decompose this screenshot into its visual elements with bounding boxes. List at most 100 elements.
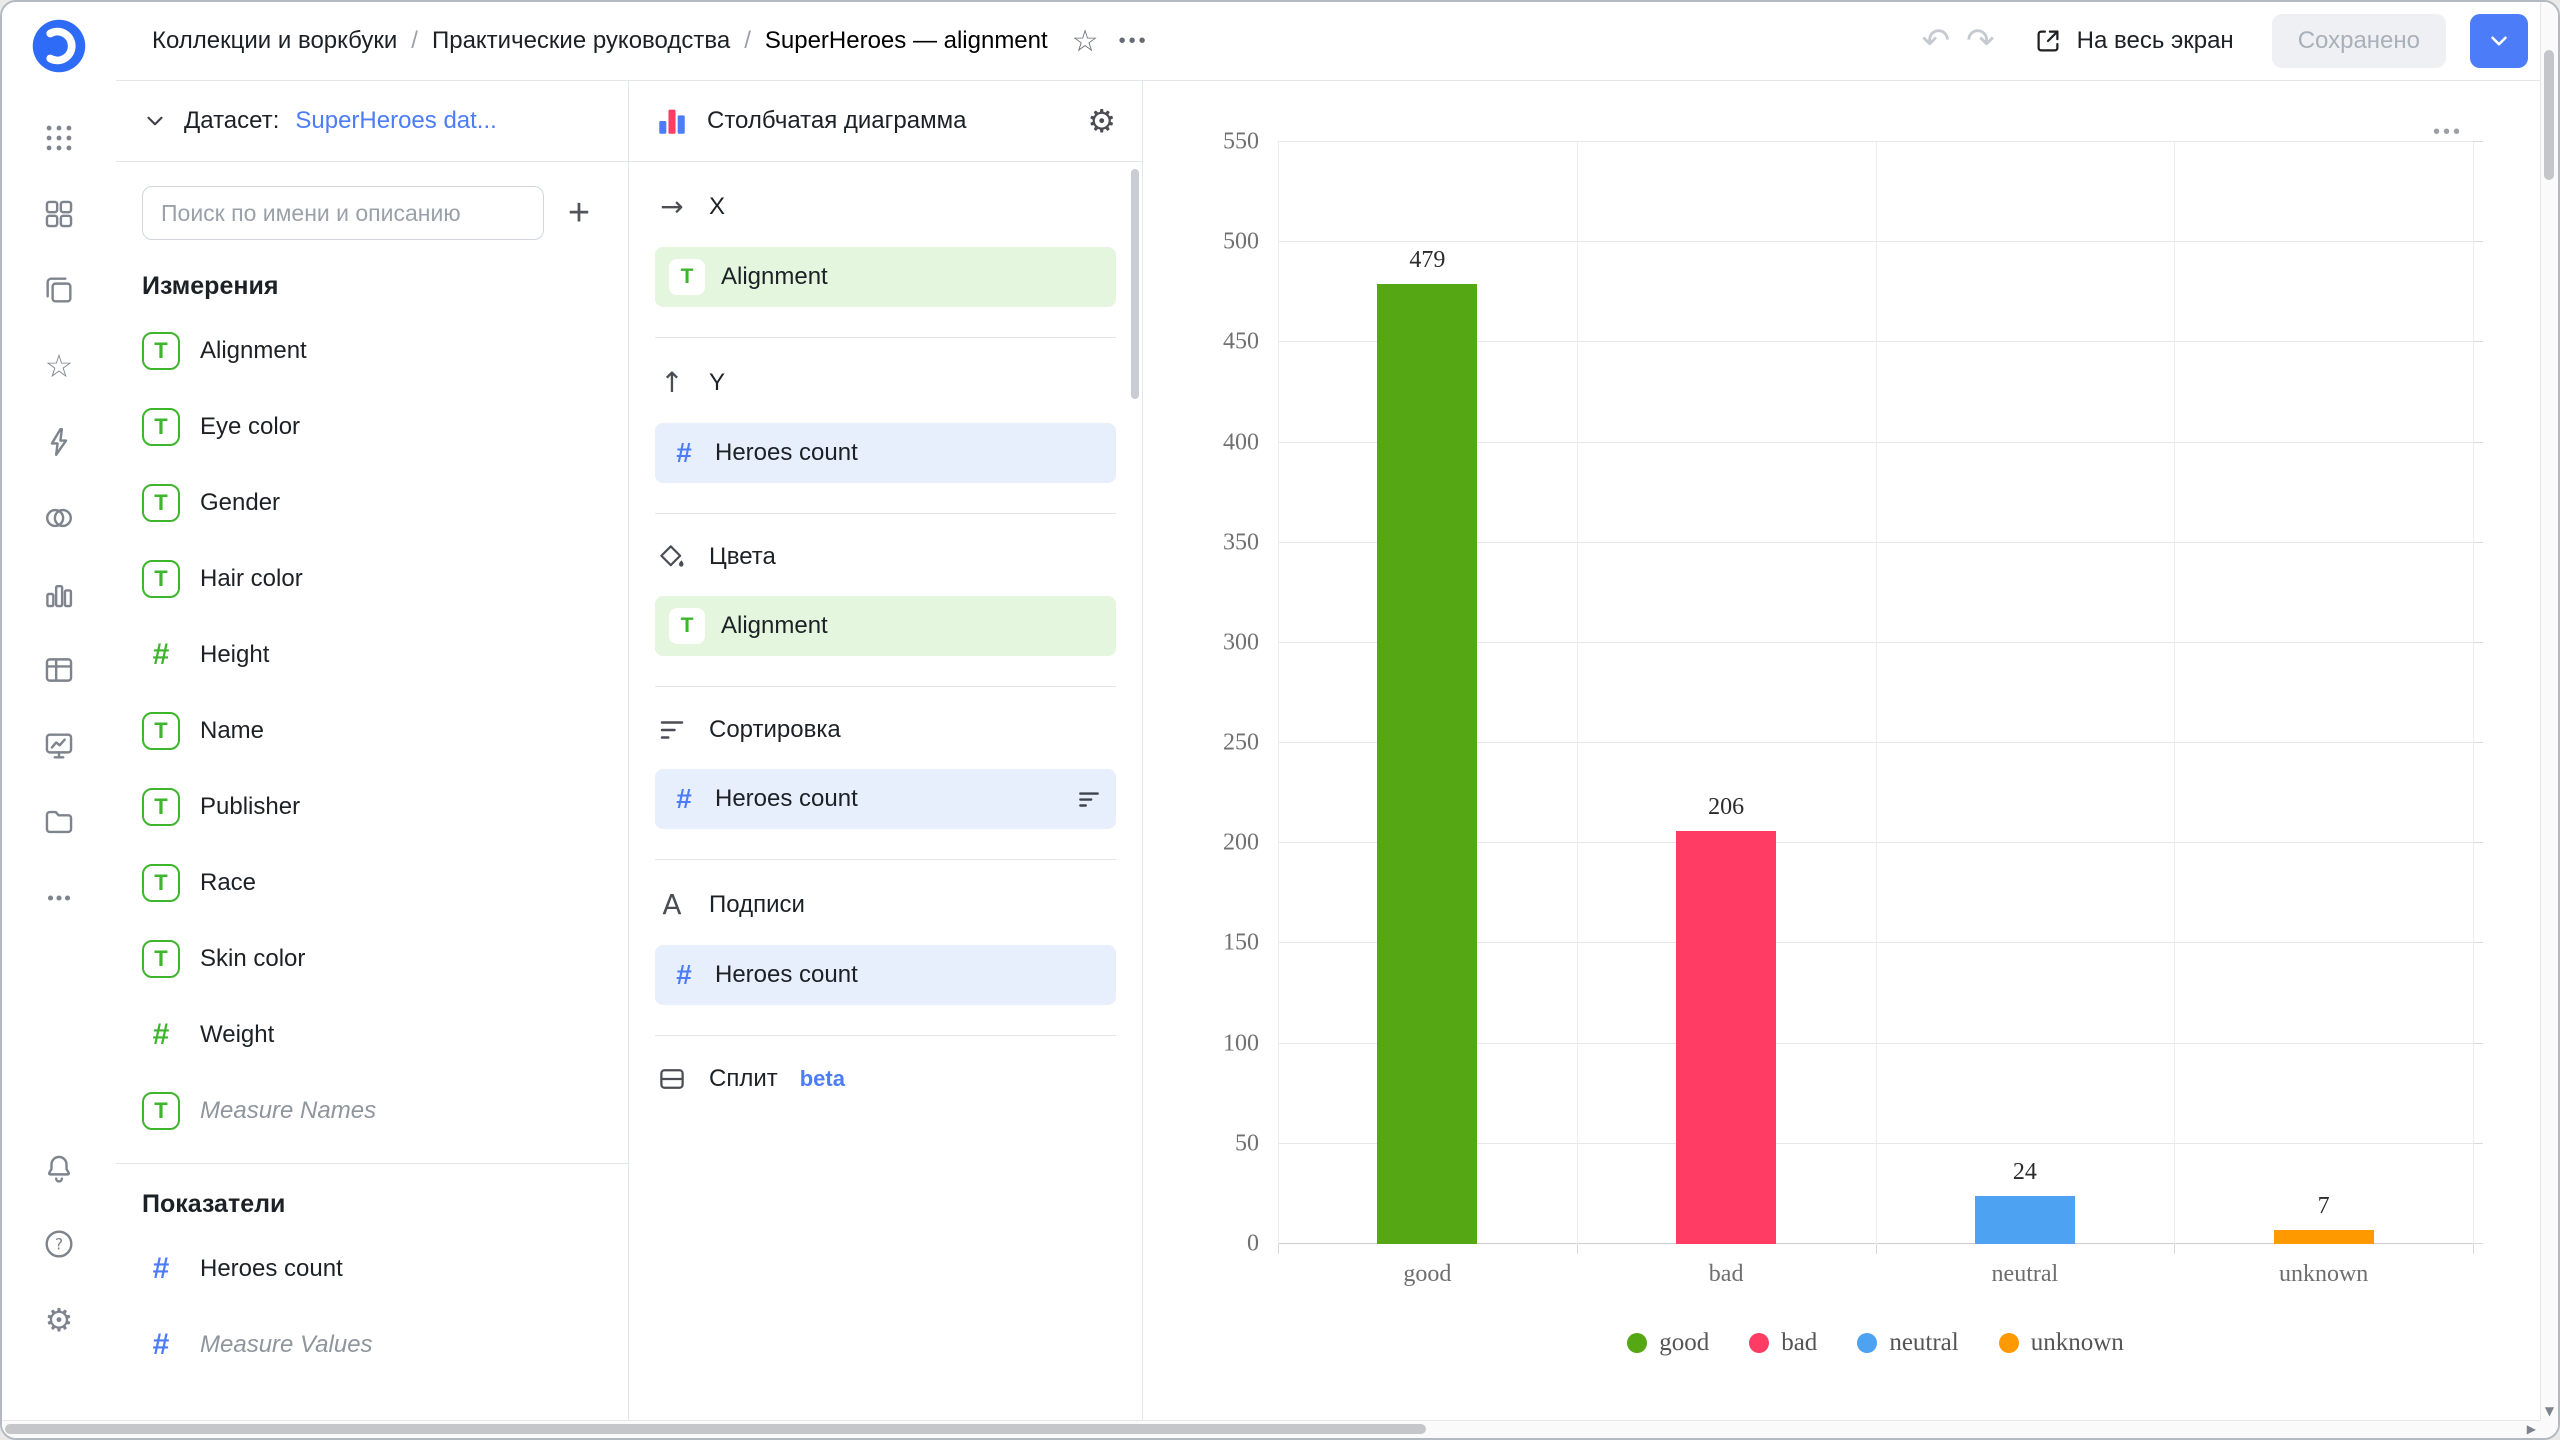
horizontal-scrollbar-thumb[interactable] (5, 1424, 1426, 1434)
tables-icon[interactable] (40, 651, 78, 689)
scroll-down-arrow-icon[interactable]: ▼ (2541, 1404, 2558, 1418)
chart-settings-gear-icon[interactable]: ⚙ (1087, 105, 1116, 137)
field-label: Hair color (200, 565, 303, 593)
x-axis-label-unknown: unknown (2174, 1261, 2473, 1288)
bar-neutral[interactable] (1975, 1196, 2075, 1244)
config-panel-scrollbar-thumb[interactable] (1131, 169, 1139, 399)
text-type-icon: T (142, 484, 180, 522)
config-section-colors: ЦветаTAlignment (655, 514, 1116, 687)
field-label: Height (200, 641, 269, 669)
vertical-scrollbar[interactable]: ▼ (2540, 2, 2558, 1420)
fullscreen-icon (2033, 26, 2063, 56)
sort-icon (655, 715, 689, 745)
saved-button[interactable]: Сохранено (2272, 14, 2446, 68)
pill-field-label: Heroes count (715, 785, 1060, 813)
chevron-down-icon (2486, 28, 2512, 54)
help-icon[interactable]: ? (40, 1225, 78, 1263)
notifications-bell-icon[interactable] (40, 1149, 78, 1187)
legend-label: good (1659, 1329, 1709, 1357)
more-actions-icon[interactable]: ••• (1119, 30, 1149, 53)
field-label: Measure Names (200, 1097, 376, 1125)
settings-gear-icon[interactable]: ⚙ (40, 1301, 78, 1339)
charts-icon[interactable] (40, 575, 78, 613)
breadcrumb-collections[interactable]: Коллекции и воркбуки (152, 27, 397, 55)
legend-dot (1999, 1333, 2019, 1353)
favorites-icon[interactable]: ☆ (40, 347, 78, 385)
field-item-skin-color[interactable]: TSkin color (116, 921, 628, 997)
text-type-icon: T (142, 408, 180, 446)
value-label: 206 (1577, 794, 1876, 821)
field-item-height[interactable]: #Height (116, 617, 628, 693)
field-search-input[interactable] (142, 186, 544, 240)
collections-icon[interactable] (40, 271, 78, 309)
field-pill-heroes-count[interactable]: #Heroes count (655, 945, 1116, 1005)
dimensions-list: TAlignmentTEye colorTGenderTHair color#H… (116, 313, 628, 1149)
field-item-race[interactable]: TRace (116, 845, 628, 921)
field-item-alignment[interactable]: TAlignment (116, 313, 628, 389)
breadcrumb-guides[interactable]: Практические руководства (432, 27, 730, 55)
field-item-name[interactable]: TName (116, 693, 628, 769)
axis-tick (2174, 1244, 2175, 1254)
split-icon (655, 1064, 689, 1094)
connections-icon[interactable] (40, 423, 78, 461)
config-section-label: Y (709, 369, 725, 397)
text-type-icon: T (669, 259, 705, 295)
apps-grid-icon[interactable] (40, 119, 78, 157)
field-label: Name (200, 717, 264, 745)
axis-tick (1278, 1244, 1279, 1254)
save-dropdown-button[interactable] (2470, 14, 2528, 68)
field-item-weight[interactable]: #Weight (116, 997, 628, 1073)
dimensions-title: Измерения (116, 246, 628, 313)
category-slot-bad: 206 (1577, 142, 1876, 1244)
sort-order-icon[interactable] (1076, 786, 1102, 812)
field-item-measure-values[interactable]: #Measure Values (116, 1307, 628, 1383)
horizontal-scrollbar[interactable]: ▶ (2, 1420, 2540, 1438)
legend-item-unknown[interactable]: unknown (1999, 1329, 2124, 1357)
text-type-icon: T (142, 1092, 180, 1130)
field-item-publisher[interactable]: TPublisher (116, 769, 628, 845)
legend-item-good[interactable]: good (1627, 1329, 1709, 1357)
legend-item-neutral[interactable]: neutral (1857, 1329, 1958, 1357)
field-item-heroes-count[interactable]: #Heroes count (116, 1231, 628, 1307)
add-field-button[interactable]: + (556, 190, 602, 236)
redo-icon[interactable]: ↷ (1966, 24, 1995, 58)
field-label: Measure Values (200, 1331, 373, 1359)
measures-list: #Heroes count#Measure Values (116, 1231, 628, 1383)
vertical-scrollbar-thumb[interactable] (2544, 50, 2554, 180)
chart-type-label[interactable]: Столбчатая диаграмма (707, 107, 1069, 135)
field-label: Alignment (200, 337, 307, 365)
more-services-icon[interactable] (40, 879, 78, 917)
field-item-measure-names[interactable]: T Measure Names (116, 1073, 628, 1149)
measures-title: Показатели (116, 1164, 628, 1231)
chevron-down-icon[interactable] (142, 108, 168, 134)
bar-bad[interactable] (1676, 831, 1776, 1244)
axis-tick (2473, 942, 2483, 943)
y-axis-label: 200 (1223, 830, 1259, 857)
field-item-eye-color[interactable]: TEye color (116, 389, 628, 465)
scroll-right-arrow-icon[interactable]: ▶ (2527, 1422, 2536, 1436)
field-label: Publisher (200, 793, 300, 821)
bar-good[interactable] (1377, 284, 1477, 1244)
fullscreen-button[interactable]: На весь экран (2033, 26, 2234, 56)
x-axis-labels: goodbadneutralunknown (1278, 1261, 2473, 1288)
datalens-logo-icon[interactable] (29, 16, 89, 76)
undo-icon[interactable]: ↶ (1922, 24, 1951, 58)
field-item-gender[interactable]: TGender (116, 465, 628, 541)
bar-unknown[interactable] (2274, 1230, 2374, 1244)
field-pill-heroes-count[interactable]: #Heroes count (655, 769, 1116, 829)
y-axis-label: 300 (1223, 629, 1259, 656)
column-chart-icon[interactable] (655, 104, 689, 138)
storage-folder-icon[interactable] (40, 803, 78, 841)
dashboards-icon[interactable] (40, 195, 78, 233)
scrollbar-corner (2540, 1420, 2558, 1438)
legend-item-bad[interactable]: bad (1749, 1329, 1817, 1357)
text-type-icon: T (142, 560, 180, 598)
field-pill-heroes-count[interactable]: #Heroes count (655, 423, 1116, 483)
favorite-star-icon[interactable]: ☆ (1072, 24, 1099, 59)
field-pill-alignment[interactable]: TAlignment (655, 247, 1116, 307)
field-pill-alignment[interactable]: TAlignment (655, 596, 1116, 656)
field-item-hair-color[interactable]: T Hair color (116, 541, 628, 617)
monitoring-icon[interactable] (40, 727, 78, 765)
datasets-icon[interactable] (40, 499, 78, 537)
dataset-name-link[interactable]: SuperHeroes dat... (295, 107, 496, 135)
